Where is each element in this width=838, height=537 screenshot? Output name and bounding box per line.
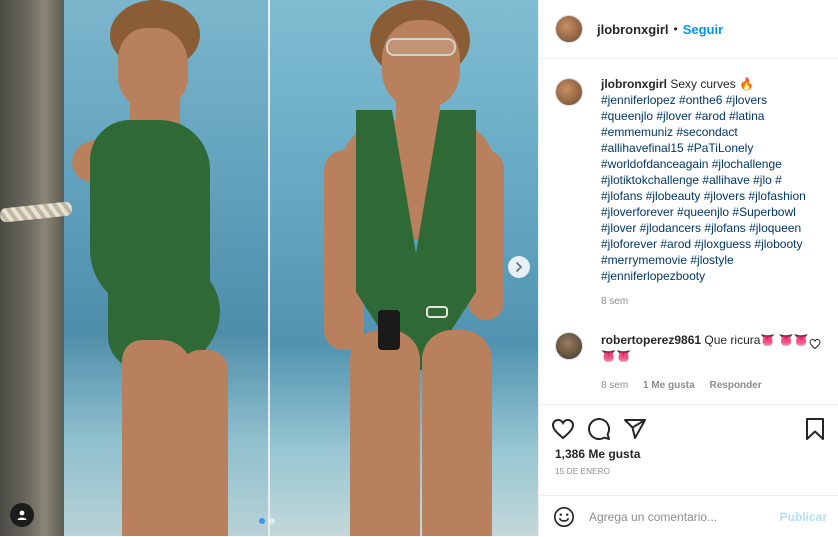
reply-button[interactable]: Responder xyxy=(709,380,761,391)
caption-body: jlobronxgirl Sexy curves 🔥 #jenniferlope… xyxy=(601,76,821,310)
heart-icon xyxy=(809,338,821,350)
post-actions: 1,386 Me gusta 15 DE ENERO Publicar xyxy=(539,404,838,536)
like-button[interactable] xyxy=(551,415,587,443)
photo-left xyxy=(0,0,268,536)
post-media[interactable] xyxy=(0,0,538,536)
caption-text: Sexy curves 🔥 xyxy=(670,77,754,91)
post-date[interactable]: 15 DE ENERO xyxy=(539,461,838,476)
figure-side xyxy=(60,0,230,536)
comment-composer: Publicar xyxy=(539,495,838,537)
comment-button[interactable] xyxy=(587,415,623,443)
comment-like-button[interactable] xyxy=(809,338,821,353)
share-button[interactable] xyxy=(623,415,659,443)
chevron-right-icon xyxy=(516,262,523,272)
header-separator: • xyxy=(673,22,678,36)
follow-button[interactable]: Seguir xyxy=(683,22,723,37)
avatar[interactable] xyxy=(555,78,583,106)
comment-item: robertoperez9861 Que ricura👅 👅👅👅👅 8 sem … xyxy=(555,332,823,394)
carousel-dot xyxy=(259,518,265,524)
figure-front xyxy=(310,0,510,536)
caption: jlobronxgirl Sexy curves 🔥 #jenniferlope… xyxy=(555,76,823,310)
likes-count[interactable]: 1,386 Me gusta xyxy=(539,445,838,461)
comment-age[interactable]: 8 sem xyxy=(601,380,628,391)
smiley-icon[interactable] xyxy=(553,506,575,528)
avatar[interactable] xyxy=(555,332,583,360)
carousel-next-button[interactable] xyxy=(508,256,530,278)
comment-meta: 8 sem 1 Me gusta Responder xyxy=(601,378,821,394)
post-sidebar: jlobronxgirl • Seguir jlobronxgirl Sexy … xyxy=(538,0,838,536)
comment-likes[interactable]: 1 Me gusta xyxy=(643,380,695,391)
comment-icon xyxy=(588,418,611,441)
caption-meta: 8 sem xyxy=(601,294,821,310)
save-button[interactable] xyxy=(803,415,827,443)
carousel-indicator xyxy=(259,518,275,524)
post-dialog: jlobronxgirl • Seguir jlobronxgirl Sexy … xyxy=(0,0,838,536)
heart-icon xyxy=(551,418,575,440)
carousel-dot xyxy=(269,518,275,524)
comments-list[interactable]: jlobronxgirl Sexy curves 🔥 #jenniferlope… xyxy=(539,60,838,403)
comment-username[interactable]: robertoperez9861 xyxy=(601,333,701,347)
caption-hashtags[interactable]: #jenniferlopez #onthe6 #jlovers #queenjl… xyxy=(601,92,821,284)
post-header: jlobronxgirl • Seguir xyxy=(539,0,838,59)
comment-input[interactable] xyxy=(589,509,780,524)
comment-body: robertoperez9861 Que ricura👅 👅👅👅👅 8 sem … xyxy=(601,332,821,394)
action-bar xyxy=(539,405,838,445)
paper-plane-icon xyxy=(624,419,646,439)
author-username[interactable]: jlobronxgirl xyxy=(597,22,669,37)
publish-button[interactable]: Publicar xyxy=(780,510,827,524)
user-tag-icon xyxy=(17,510,27,520)
user-tags-button[interactable] xyxy=(10,503,34,527)
avatar[interactable] xyxy=(555,15,583,43)
palm-trunk xyxy=(0,0,64,536)
bookmark-icon xyxy=(806,418,824,440)
caption-username[interactable]: jlobronxgirl xyxy=(601,77,667,91)
photo-right xyxy=(270,0,538,536)
caption-age[interactable]: 8 sem xyxy=(601,296,628,307)
